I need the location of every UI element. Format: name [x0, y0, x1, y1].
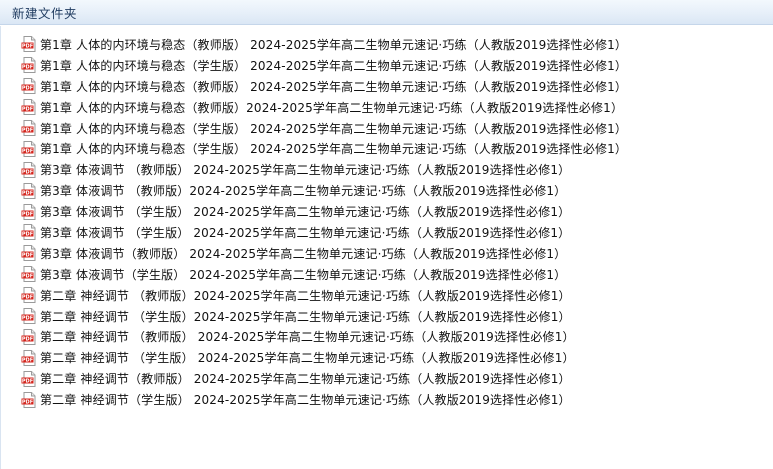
- file-name: 第二章 神经调节 （教师版） 2024-2025学年高二生物单元速记·巧练（人教…: [40, 330, 575, 345]
- pdf-icon: PDF: [21, 161, 36, 178]
- file-list-pane[interactable]: PDF 第1章 人体的内环境与稳态（教师版） 2024-2025学年高二生物单元…: [0, 26, 773, 469]
- pdf-icon: PDF: [21, 224, 36, 241]
- pdf-icon: PDF: [21, 328, 36, 345]
- svg-text:PDF: PDF: [22, 378, 33, 384]
- svg-text:PDF: PDF: [22, 169, 33, 175]
- file-item[interactable]: PDF 第1章 人体的内环境与稳态（教师版） 2024-2025学年高二生物单元…: [21, 34, 773, 55]
- pdf-icon: PDF: [21, 391, 36, 408]
- file-name: 第1章 人体的内环境与稳态（学生版） 2024-2025学年高二生物单元速记·巧…: [40, 142, 628, 157]
- window-title: 新建文件夹: [12, 5, 78, 21]
- file-item[interactable]: PDF 第二章 神经调节（教师版） 2024-2025学年高二生物单元速记·巧练…: [21, 368, 773, 389]
- svg-text:PDF: PDF: [22, 106, 33, 112]
- file-name: 第3章 体液调节 （学生版） 2024-2025学年高二生物单元速记·巧练（人教…: [40, 205, 571, 220]
- pdf-icon: PDF: [21, 266, 36, 283]
- file-name: 第二章 神经调节（教师版） 2024-2025学年高二生物单元速记·巧练（人教版…: [40, 372, 571, 387]
- pdf-icon: PDF: [21, 203, 36, 220]
- file-item[interactable]: PDF 第3章 体液调节 （学生版） 2024-2025学年高二生物单元速记·巧…: [21, 201, 773, 222]
- file-item[interactable]: PDF 第3章 体液调节（教师版） 2024-2025学年高二生物单元速记·巧练…: [21, 243, 773, 264]
- file-item[interactable]: PDF 第二章 神经调节 （学生版）2024-2025学年高二生物单元速记·巧练…: [21, 306, 773, 327]
- file-name: 第3章 体液调节 （教师版） 2024-2025学年高二生物单元速记·巧练（人教…: [40, 163, 571, 178]
- file-list: PDF 第1章 人体的内环境与稳态（教师版） 2024-2025学年高二生物单元…: [1, 26, 773, 410]
- pdf-icon: PDF: [21, 36, 36, 53]
- file-item[interactable]: PDF 第1章 人体的内环境与稳态（教师版）2024-2025学年高二生物单元速…: [21, 97, 773, 118]
- file-item[interactable]: PDF 第二章 神经调节（学生版） 2024-2025学年高二生物单元速记·巧练…: [21, 389, 773, 410]
- file-item[interactable]: PDF 第二章 神经调节 （教师版） 2024-2025学年高二生物单元速记·巧…: [21, 326, 773, 347]
- file-item[interactable]: PDF 第二章 神经调节 （学生版） 2024-2025学年高二生物单元速记·巧…: [21, 347, 773, 368]
- svg-text:PDF: PDF: [22, 65, 33, 71]
- title-bar[interactable]: 新建文件夹: [0, 0, 773, 25]
- svg-text:PDF: PDF: [22, 86, 33, 92]
- file-item[interactable]: PDF 第3章 体液调节 （学生版） 2024-2025学年高二生物单元速记·巧…: [21, 222, 773, 243]
- svg-text:PDF: PDF: [22, 148, 33, 154]
- file-item[interactable]: PDF 第1章 人体的内环境与稳态（学生版） 2024-2025学年高二生物单元…: [21, 118, 773, 139]
- svg-text:PDF: PDF: [22, 44, 33, 50]
- file-name: 第1章 人体的内环境与稳态（学生版） 2024-2025学年高二生物单元速记·巧…: [40, 121, 628, 136]
- pdf-icon: PDF: [21, 57, 36, 74]
- pdf-icon: PDF: [21, 78, 36, 95]
- file-item[interactable]: PDF 第1章 人体的内环境与稳态（学生版） 2024-2025学年高二生物单元…: [21, 138, 773, 159]
- file-name: 第3章 体液调节 （教师版）2024-2025学年高二生物单元速记·巧练（人教版…: [40, 184, 567, 199]
- pdf-icon: PDF: [21, 370, 36, 387]
- file-item[interactable]: PDF 第3章 体液调节 （教师版） 2024-2025学年高二生物单元速记·巧…: [21, 159, 773, 180]
- svg-text:PDF: PDF: [22, 315, 33, 321]
- pdf-icon: PDF: [21, 140, 36, 157]
- file-name: 第二章 神经调节 （学生版）2024-2025学年高二生物单元速记·巧练（人教版…: [40, 309, 571, 324]
- pdf-icon: PDF: [21, 99, 36, 116]
- file-name: 第3章 体液调节 （学生版） 2024-2025学年高二生物单元速记·巧练（人教…: [40, 225, 571, 240]
- pdf-icon: PDF: [21, 287, 36, 304]
- file-name: 第1章 人体的内环境与稳态（教师版） 2024-2025学年高二生物单元速记·巧…: [40, 37, 628, 52]
- file-item[interactable]: PDF 第1章 人体的内环境与稳态（教师版） 2024-2025学年高二生物单元…: [21, 76, 773, 97]
- pdf-icon: PDF: [21, 245, 36, 262]
- svg-text:PDF: PDF: [22, 253, 33, 259]
- explorer-window: 新建文件夹 PDF 第1章 人体的内环境与稳态（教师版） 2024-2025学年…: [0, 0, 773, 469]
- file-name: 第1章 人体的内环境与稳态（教师版）2024-2025学年高二生物单元速记·巧练…: [40, 100, 624, 115]
- svg-text:PDF: PDF: [22, 127, 33, 133]
- svg-text:PDF: PDF: [22, 294, 33, 300]
- pdf-icon: PDF: [21, 308, 36, 325]
- svg-text:PDF: PDF: [22, 274, 33, 280]
- file-item[interactable]: PDF 第1章 人体的内环境与稳态（学生版） 2024-2025学年高二生物单元…: [21, 55, 773, 76]
- file-item[interactable]: PDF 第二章 神经调节 （教师版）2024-2025学年高二生物单元速记·巧练…: [21, 285, 773, 306]
- file-name: 第3章 体液调节（教师版） 2024-2025学年高二生物单元速记·巧练（人教版…: [40, 246, 567, 261]
- file-name: 第3章 体液调节（学生版） 2024-2025学年高二生物单元速记·巧练（人教版…: [40, 267, 567, 282]
- svg-text:PDF: PDF: [22, 357, 33, 363]
- svg-text:PDF: PDF: [22, 399, 33, 405]
- file-name: 第二章 神经调节（学生版） 2024-2025学年高二生物单元速记·巧练（人教版…: [40, 393, 571, 408]
- file-name: 第1章 人体的内环境与稳态（学生版） 2024-2025学年高二生物单元速记·巧…: [40, 58, 628, 73]
- svg-text:PDF: PDF: [22, 211, 33, 217]
- pdf-icon: PDF: [21, 349, 36, 366]
- file-name: 第1章 人体的内环境与稳态（教师版） 2024-2025学年高二生物单元速记·巧…: [40, 79, 628, 94]
- svg-text:PDF: PDF: [22, 336, 33, 342]
- pdf-icon: PDF: [21, 182, 36, 199]
- file-name: 第二章 神经调节 （教师版）2024-2025学年高二生物单元速记·巧练（人教版…: [40, 288, 571, 303]
- svg-text:PDF: PDF: [22, 232, 33, 238]
- svg-text:PDF: PDF: [22, 190, 33, 196]
- file-item[interactable]: PDF 第3章 体液调节（学生版） 2024-2025学年高二生物单元速记·巧练…: [21, 264, 773, 285]
- file-item[interactable]: PDF 第3章 体液调节 （教师版）2024-2025学年高二生物单元速记·巧练…: [21, 180, 773, 201]
- pdf-icon: PDF: [21, 120, 36, 136]
- file-name: 第二章 神经调节 （学生版） 2024-2025学年高二生物单元速记·巧练（人教…: [40, 351, 575, 366]
